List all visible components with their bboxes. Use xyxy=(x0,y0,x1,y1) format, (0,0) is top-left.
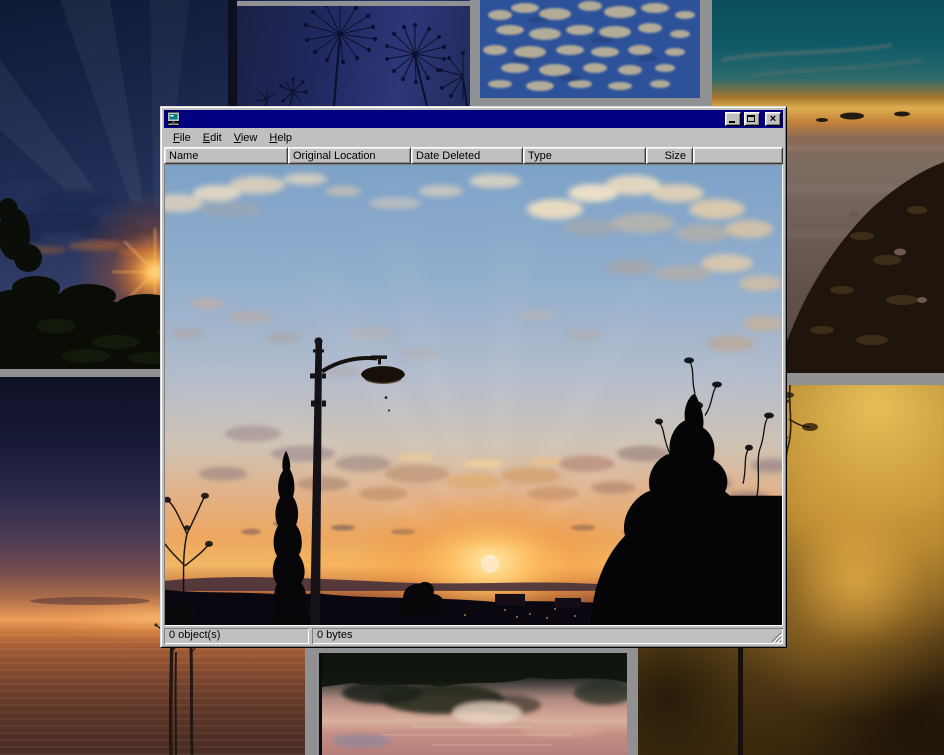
minimize-button[interactable] xyxy=(725,112,741,126)
resize-grip-icon[interactable] xyxy=(769,630,782,643)
frame-border xyxy=(700,0,712,106)
file-list-view[interactable] xyxy=(164,164,783,626)
dried-flowers-art xyxy=(237,0,470,106)
pink-reflection-art xyxy=(322,653,627,755)
status-objects: 0 object(s) xyxy=(164,628,309,644)
altocumulus-art xyxy=(480,0,700,98)
title-bar[interactable]: × xyxy=(164,110,783,128)
close-icon: × xyxy=(770,114,776,125)
menu-bar: File Edit View Help xyxy=(164,128,783,147)
computer-icon xyxy=(166,111,182,127)
status-bar: 0 object(s) 0 bytes xyxy=(164,626,783,644)
recycle-bin-window: × File Edit View Help Name Original Loca… xyxy=(160,106,787,648)
bg-photo-dried-flowers xyxy=(237,0,470,106)
frame-border xyxy=(319,648,627,653)
menu-help[interactable]: Help xyxy=(263,130,298,146)
maximize-icon xyxy=(747,115,755,122)
status-bytes-text: 0 bytes xyxy=(317,629,352,641)
maximize-button[interactable] xyxy=(744,112,760,126)
desktop: × File Edit View Help Name Original Loca… xyxy=(0,0,944,755)
menu-file[interactable]: File xyxy=(167,130,197,146)
column-header-filler[interactable] xyxy=(693,147,783,164)
column-header-date-deleted[interactable]: Date Deleted xyxy=(411,147,523,164)
column-header-original-location[interactable]: Original Location xyxy=(288,147,411,164)
column-header-name[interactable]: Name xyxy=(164,147,288,164)
bg-photo-altocumulus-sky xyxy=(480,0,700,98)
frame-border xyxy=(305,648,319,755)
minimize-icon xyxy=(729,121,735,123)
bg-photo-pink-reflection xyxy=(322,653,627,755)
menu-edit[interactable]: Edit xyxy=(197,130,228,146)
frame-border xyxy=(470,98,712,106)
frame-border xyxy=(627,648,638,755)
column-header-size[interactable]: Size xyxy=(646,147,693,164)
sunset-lamp-photo xyxy=(165,165,782,625)
frame-border xyxy=(470,0,480,106)
status-bytes: 0 bytes xyxy=(312,628,783,644)
close-button[interactable]: × xyxy=(765,112,781,126)
frame-border xyxy=(237,1,470,6)
column-headers: Name Original Location Date Deleted Type… xyxy=(164,147,783,164)
menu-view[interactable]: View xyxy=(228,130,264,146)
column-header-type[interactable]: Type xyxy=(523,147,646,164)
